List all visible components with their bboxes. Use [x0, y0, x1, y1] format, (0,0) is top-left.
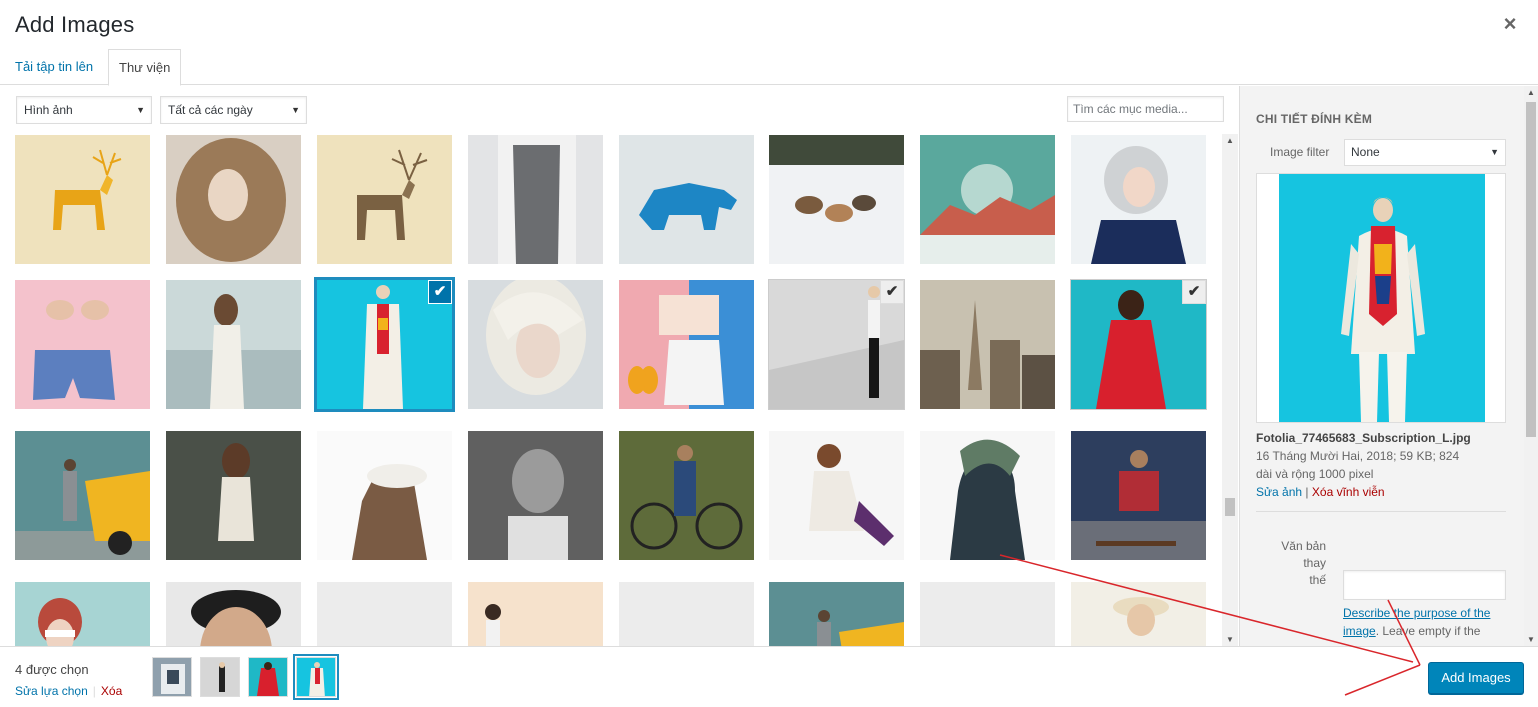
- media-thumbnail[interactable]: [769, 431, 904, 560]
- media-thumbnail[interactable]: [468, 431, 603, 560]
- media-thumbnail[interactable]: [920, 431, 1055, 560]
- edit-image-link[interactable]: Sửa ảnh: [1256, 485, 1302, 499]
- selection-thumb-current[interactable]: [293, 654, 339, 700]
- media-thumbnail[interactable]: [619, 582, 754, 646]
- attachment-actions: Sửa ảnh | Xóa vĩnh viễn: [1256, 485, 1385, 499]
- media-toolbar-footer: 4 được chọn Sửa lựa chọn | Xóa Add Images: [0, 646, 1538, 707]
- clear-selection-link[interactable]: Xóa: [101, 684, 122, 698]
- media-thumbnail[interactable]: [619, 280, 754, 409]
- selection-thumb[interactable]: [248, 657, 288, 697]
- media-thumbnail[interactable]: [1071, 582, 1206, 646]
- image-filter-select[interactable]: None ▼: [1344, 139, 1506, 166]
- alt-text-help: Describe the purpose of the image. Leave…: [1343, 604, 1506, 640]
- attachment-meta-date-size: 16 Tháng Mười Hai, 2018; 59 KB; 824: [1256, 449, 1460, 463]
- selection-thumb[interactable]: [200, 657, 240, 697]
- media-thumbnail[interactable]: [166, 280, 301, 409]
- sidebar-divider: [1256, 511, 1506, 512]
- media-thumbnail[interactable]: [166, 431, 301, 560]
- media-thumbnail[interactable]: [1071, 135, 1206, 264]
- media-thumbnail[interactable]: [317, 431, 452, 560]
- attachment-details-sidebar: CHI TIẾT ĐÍNH KÈM Image filter None ▼ Fo…: [1239, 86, 1538, 646]
- date-filter-value: Tất cả các ngày: [168, 103, 253, 117]
- close-icon[interactable]: ×: [1500, 13, 1520, 35]
- alt-help-link-line1[interactable]: Describe the purpose of the: [1343, 606, 1490, 620]
- alt-help-link-line2[interactable]: image: [1343, 624, 1376, 638]
- attachment-details-heading: CHI TIẾT ĐÍNH KÈM: [1256, 112, 1373, 126]
- media-thumbnail[interactable]: [317, 135, 452, 264]
- attachment-meta-dimensions: dài và rộng 1000 pixel: [1256, 467, 1374, 481]
- image-filter-value: None: [1351, 145, 1380, 159]
- media-thumbnail[interactable]: [166, 135, 301, 264]
- attachment-filename: Fotolia_77465683_Subscription_L.jpg: [1256, 431, 1471, 445]
- media-thumbnail[interactable]: [15, 582, 150, 646]
- alt-text-field[interactable]: [1343, 570, 1506, 600]
- attachments-grid: ✔ ✔ ✔: [0, 134, 1238, 646]
- media-thumbnail[interactable]: [15, 431, 150, 560]
- media-thumbnail[interactable]: ✔: [1070, 279, 1207, 410]
- media-thumbnail[interactable]: [769, 135, 904, 264]
- media-thumbnail[interactable]: [619, 135, 754, 264]
- chevron-down-icon: ▼: [291, 105, 300, 115]
- media-thumbnail[interactable]: [317, 582, 452, 646]
- sidebar-scrollbar[interactable]: ▲ ▼: [1524, 86, 1538, 646]
- media-thumbnail[interactable]: [468, 582, 603, 646]
- alt-text-label: Văn bản thay thế: [1262, 538, 1326, 589]
- media-modal: Add Images × Tải tập tin lên Thư viện Hì…: [0, 0, 1538, 707]
- image-filter-label: Image filter: [1270, 145, 1330, 159]
- media-thumbnail[interactable]: [468, 135, 603, 264]
- attachment-preview: [1256, 173, 1506, 423]
- media-thumbnail[interactable]: [920, 280, 1055, 409]
- selection-thumb[interactable]: [152, 657, 192, 697]
- edit-selection-link[interactable]: Sửa lựa chọn: [15, 684, 88, 698]
- media-thumbnail[interactable]: [920, 582, 1055, 646]
- checkmark-icon[interactable]: ✔: [880, 280, 904, 304]
- scroll-up-icon[interactable]: ▲: [1524, 88, 1538, 97]
- media-thumbnail[interactable]: [619, 431, 754, 560]
- grid-scrollbar-thumb[interactable]: [1225, 498, 1235, 516]
- scroll-down-icon[interactable]: ▼: [1222, 635, 1238, 644]
- media-thumbnail[interactable]: [166, 582, 301, 646]
- add-images-button[interactable]: Add Images: [1428, 662, 1524, 694]
- media-thumbnail[interactable]: ✔: [314, 277, 455, 412]
- media-thumbnail[interactable]: [920, 135, 1055, 264]
- router-tabs: Tải tập tin lên Thư viện: [0, 49, 1538, 86]
- media-thumbnail[interactable]: ✔: [768, 279, 905, 410]
- alt-help-text: . Leave empty if the: [1375, 624, 1481, 638]
- media-thumbnail[interactable]: [1071, 431, 1206, 560]
- media-thumbnail[interactable]: [15, 135, 150, 264]
- checkmark-icon[interactable]: ✔: [1182, 280, 1206, 304]
- tab-upload-files[interactable]: Tải tập tin lên: [7, 49, 101, 85]
- actions-separator: |: [1305, 485, 1309, 499]
- chevron-down-icon: ▼: [136, 105, 145, 115]
- tab-media-library[interactable]: Thư viện: [108, 49, 182, 86]
- chevron-down-icon: ▼: [1490, 147, 1499, 157]
- preview-image: [1279, 174, 1485, 422]
- selection-actions: Sửa lựa chọn | Xóa: [15, 684, 122, 698]
- media-type-filter-value: Hình ảnh: [24, 103, 73, 117]
- selection-separator: |: [92, 684, 96, 698]
- grid-scrollbar[interactable]: ▲ ▼: [1222, 134, 1238, 646]
- selection-count: 4 được chọn: [15, 662, 89, 677]
- sidebar-scrollbar-thumb[interactable]: [1526, 102, 1536, 437]
- scroll-down-icon[interactable]: ▼: [1524, 635, 1538, 644]
- attachments-toolbar: Hình ảnh ▼ Tất cả các ngày ▼: [0, 86, 1238, 134]
- checkmark-icon[interactable]: ✔: [428, 280, 452, 304]
- media-thumbnail[interactable]: [15, 280, 150, 409]
- modal-title: Add Images: [15, 12, 135, 37]
- delete-permanently-link[interactable]: Xóa vĩnh viễn: [1312, 485, 1385, 499]
- date-filter[interactable]: Tất cả các ngày ▼: [160, 96, 307, 124]
- media-type-filter[interactable]: Hình ảnh ▼: [16, 96, 152, 124]
- alt-text-label-line2: thế: [1309, 573, 1326, 587]
- media-thumbnail[interactable]: [468, 280, 603, 409]
- alt-text-label-line1: Văn bản thay: [1281, 539, 1326, 570]
- media-search-input[interactable]: [1067, 96, 1224, 122]
- scroll-up-icon[interactable]: ▲: [1222, 136, 1238, 145]
- media-thumbnail[interactable]: [769, 582, 904, 646]
